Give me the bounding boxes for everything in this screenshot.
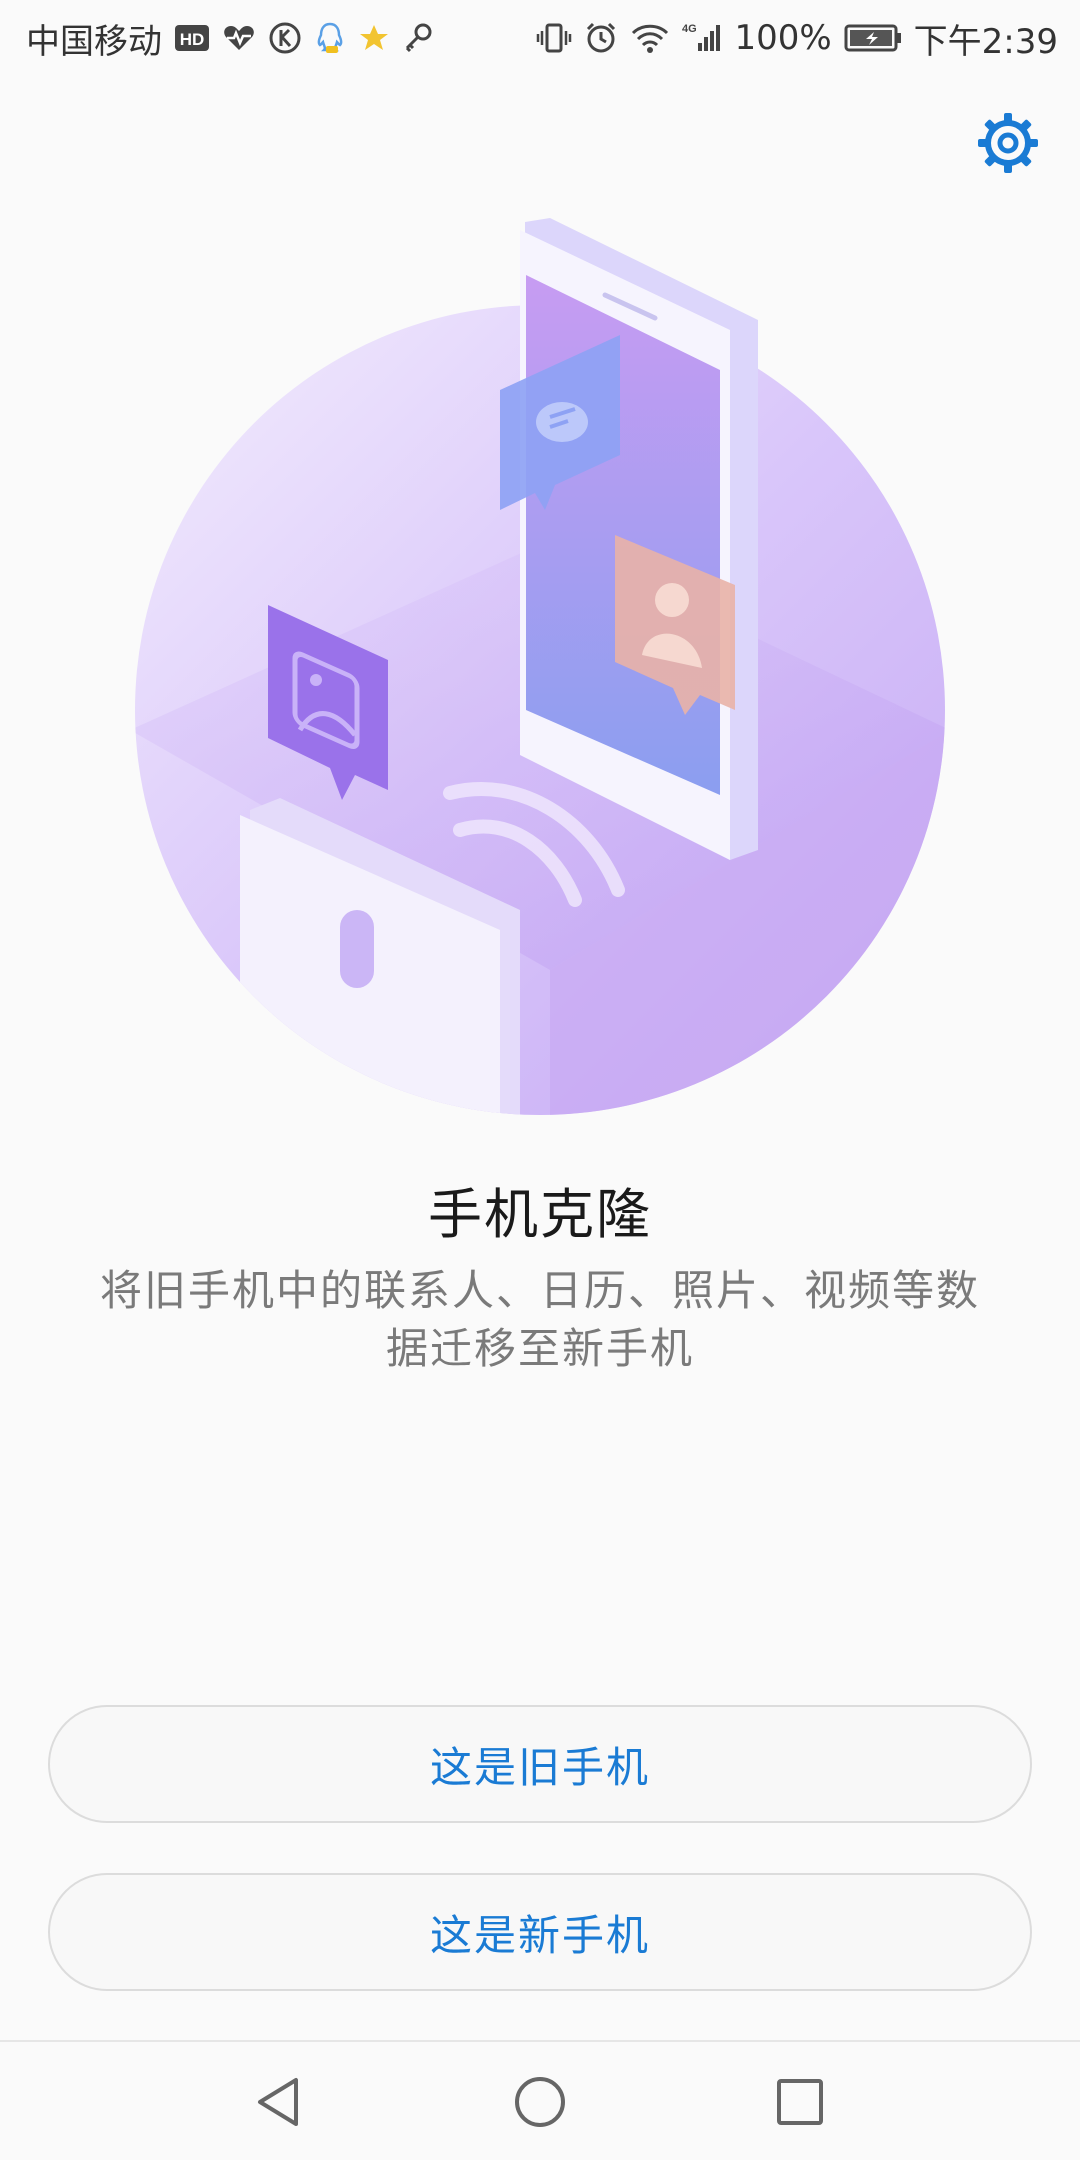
battery-icon [844,23,902,53]
status-bar-right: 4G 100% 下午2:39 [536,14,1058,63]
new-phone-button[interactable]: 这是新手机 [48,1873,1032,1991]
hd-badge-text: HD [180,30,205,49]
navigation-bar [0,2040,1080,2160]
new-phone-button-label: 这是新手机 [429,1910,650,1960]
hd-icon: HD [174,23,210,53]
star-icon [358,22,390,54]
nav-home-button[interactable] [495,2057,585,2147]
gear-icon [978,113,1038,173]
phone-clone-screen: 中国移动 HD 4G 100% 下午2:39 手机克隆 将旧手机中的联系人、日历… [0,0,1080,2160]
qq-icon [314,21,346,55]
old-phone-button-label: 这是旧手机 [429,1742,650,1792]
recents-square-icon [777,2079,823,2125]
network-type-label: 4G [682,23,697,35]
signal-icon: 4G [682,21,722,55]
k-icon [268,21,302,55]
key-icon [402,22,434,54]
status-bar-left: 中国移动 HD [26,14,434,63]
carrier-name: 中国移动 [26,21,162,62]
alarm-icon [584,21,618,55]
settings-button[interactable] [975,110,1041,176]
page-title: 手机克隆 [428,1183,652,1246]
status-bar: 中国移动 HD 4G 100% 下午2:39 [0,0,1080,76]
battery-percent: 100% [734,18,832,58]
page-description: 将旧手机中的联系人、日历、照片、视频等数据迁移至新手机 [99,1266,980,1373]
nav-recents-button[interactable] [755,2057,845,2147]
home-circle-icon [515,2077,565,2127]
phone-clone-illustration [130,210,950,1130]
new-phone [520,218,758,860]
vibrate-icon [536,21,572,55]
back-triangle-icon [258,2078,298,2126]
wifi-icon [630,21,670,55]
clock-time: 下午2:39 [913,21,1058,62]
nav-back-button[interactable] [235,2057,325,2147]
old-phone-button[interactable]: 这是旧手机 [48,1705,1032,1823]
heart-rate-icon [222,23,256,53]
